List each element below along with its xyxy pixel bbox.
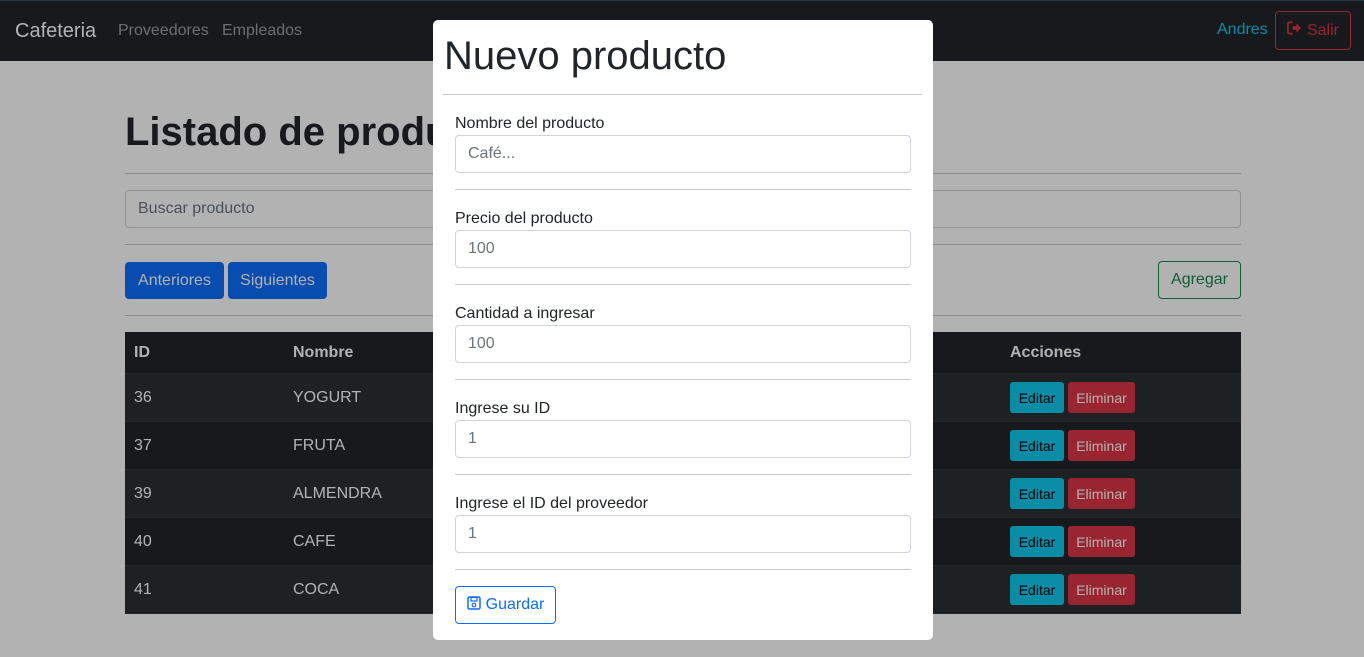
new-product-modal: Nuevo producto Nombre del producto Preci… bbox=[433, 20, 933, 640]
divider bbox=[455, 474, 911, 475]
product-price-input[interactable] bbox=[455, 230, 911, 268]
product-name-input[interactable] bbox=[455, 135, 911, 173]
divider bbox=[455, 379, 911, 380]
divider bbox=[455, 284, 911, 285]
divider bbox=[443, 94, 922, 95]
divider bbox=[455, 189, 911, 190]
divider bbox=[455, 569, 911, 570]
supplier-id-input[interactable] bbox=[455, 515, 911, 553]
quantity-input[interactable] bbox=[455, 325, 911, 363]
product-price-label: Precio del producto bbox=[455, 210, 593, 227]
floppy-disk-icon bbox=[466, 595, 481, 615]
user-id-input[interactable] bbox=[455, 420, 911, 458]
user-id-label: Ingrese su ID bbox=[455, 400, 551, 417]
product-name-label: Nombre del producto bbox=[455, 115, 605, 132]
modal-title: Nuevo producto bbox=[444, 34, 727, 78]
quantity-label: Cantidad a ingresar bbox=[455, 305, 595, 322]
save-label: Guardar bbox=[485, 596, 545, 613]
supplier-id-label: Ingrese el ID del proveedor bbox=[455, 495, 648, 512]
save-button[interactable]: Guardar bbox=[455, 586, 556, 624]
